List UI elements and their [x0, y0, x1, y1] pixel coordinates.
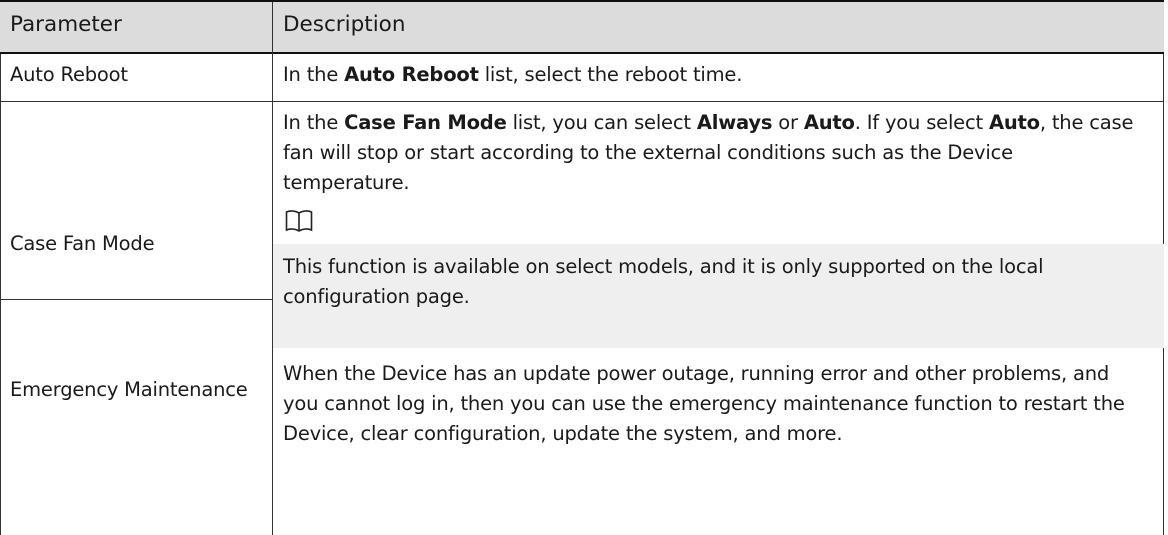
column-divider: [272, 50, 273, 101]
book-icon: [285, 210, 313, 232]
header-description: Description: [283, 12, 406, 37]
table-row: Emergency Maintenance When the Device ha…: [0, 299, 1164, 535]
table-row: Auto Reboot In the Auto Reboot list, sel…: [0, 50, 1164, 102]
param-emergency-maintenance: Emergency Maintenance: [10, 378, 248, 401]
param-case-fan-mode: Case Fan Mode: [10, 232, 155, 255]
desc-case-fan-mode: In the Case Fan Mode list, you can selec…: [283, 111, 1134, 194]
param-auto-reboot: Auto Reboot: [10, 63, 128, 86]
column-divider: [272, 2, 273, 52]
column-divider: [272, 299, 273, 535]
desc-emergency-maintenance: When the Device has an update power outa…: [283, 362, 1125, 445]
table-header-row: Parameter Description: [0, 0, 1164, 54]
desc-auto-reboot: In the Auto Reboot list, select the rebo…: [283, 63, 743, 86]
header-parameter: Parameter: [10, 12, 122, 37]
parameter-table: Parameter Description Auto Reboot In the…: [0, 0, 1164, 535]
